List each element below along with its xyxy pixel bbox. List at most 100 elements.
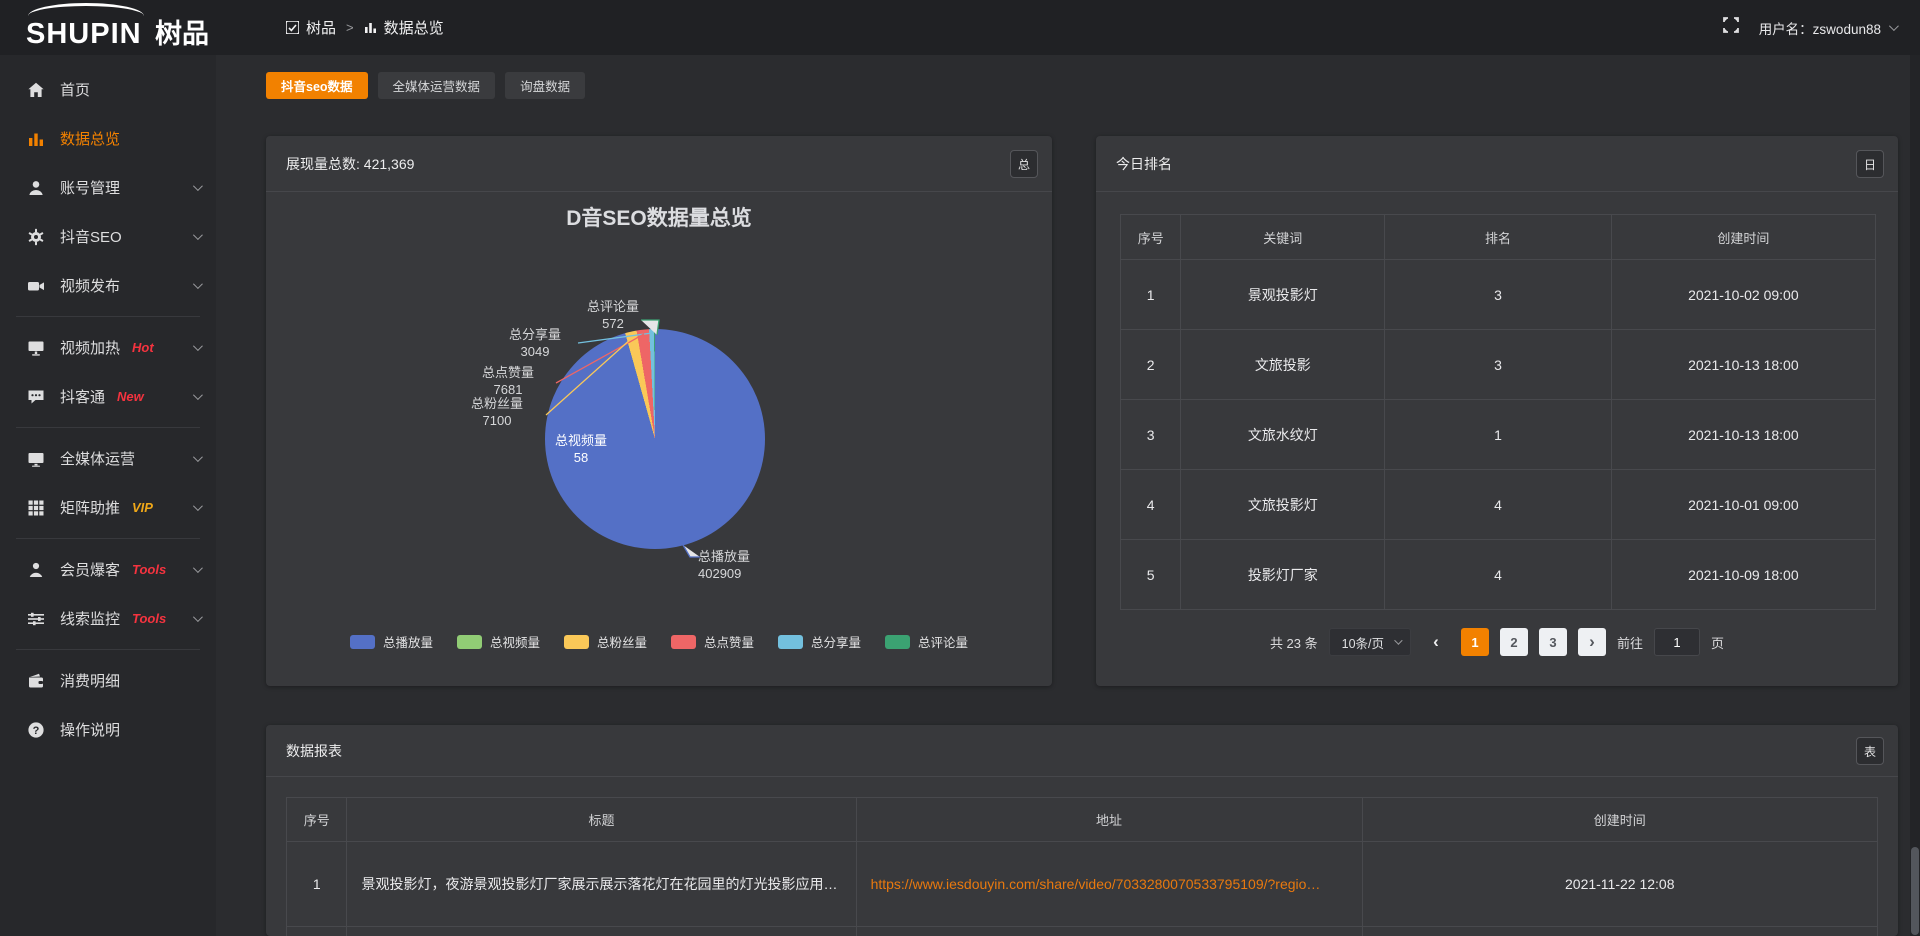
gear-icon [27, 228, 45, 246]
sidebar-item-douyin-seo[interactable]: 抖音SEO [0, 212, 216, 261]
svg-text:?: ? [33, 725, 40, 737]
sidebar-item-video-publish[interactable]: 视频发布 [0, 261, 216, 310]
person-icon [27, 561, 45, 579]
chevron-down-icon [193, 452, 203, 462]
chevron-down-icon [193, 341, 203, 351]
tab-inquiry-data[interactable]: 询盘数据 [505, 72, 585, 99]
screen-icon [27, 339, 45, 357]
table-row: 5投影灯厂家42021-10-09 18:00 [1121, 540, 1876, 610]
breadcrumb: 树品 > 数据总览 [286, 0, 444, 55]
pie-label-videos: 总视频量58 [526, 432, 636, 466]
table-row: 3文旅水纹灯12021-10-13 18:00 [1121, 400, 1876, 470]
goto-unit: 页 [1711, 633, 1724, 652]
page-button-3[interactable]: 3 [1539, 628, 1567, 656]
legend-swatch [671, 635, 696, 649]
table-header-row: 序号 关键词 排名 创建时间 [1121, 215, 1876, 260]
pie-label-fans: 总粉丝量7100 [442, 395, 552, 429]
sidebar-item-video-heat[interactable]: 视频加热 Hot [0, 323, 216, 372]
table-row-partial [287, 927, 1878, 936]
chevron-down-icon [1394, 636, 1402, 644]
sidebar-item-media-ops[interactable]: 全媒体运营 [0, 434, 216, 483]
monitor-icon [27, 450, 45, 468]
video-camera-icon [27, 277, 45, 295]
legend-swatch [778, 635, 803, 649]
chevron-down-icon [193, 279, 203, 289]
sidebar-divider [16, 316, 200, 317]
prev-page-button[interactable]: ‹ [1422, 628, 1450, 656]
next-page-button[interactable]: › [1578, 628, 1606, 656]
app-logo[interactable]: SHUPIN 树品 [26, 0, 209, 55]
table-view-toggle[interactable]: 表 [1856, 737, 1884, 765]
ranking-card-header: 今日排名 日 [1096, 136, 1898, 192]
report-table: 序号 标题 地址 创建时间 1 景观投影灯，夜游景观投影灯厂家展示展示落花灯在花… [286, 797, 1878, 936]
legend-item-fans[interactable]: 总粉丝量 [564, 632, 647, 651]
pagination-total: 共 23 条 [1270, 633, 1318, 652]
sidebar-item-clue-monitor[interactable]: 线索监控 Tools [0, 594, 216, 643]
scrollbar-thumb[interactable] [1911, 847, 1919, 935]
tools-badge: Tools [132, 562, 166, 577]
hot-badge: Hot [132, 340, 154, 355]
sidebar-divider [16, 427, 200, 428]
report-card-title: 数据报表 [286, 741, 342, 761]
sidebar-item-consume-detail[interactable]: 消费明细 [0, 656, 216, 705]
ranking-card-title: 今日排名 [1116, 154, 1172, 174]
impressions-total-label: 展现量总数: [286, 154, 360, 174]
page-size-select[interactable]: 10条/页 [1329, 628, 1411, 656]
bar-chart-icon [27, 130, 45, 148]
sliders-icon [27, 610, 45, 628]
chevron-down-icon [193, 563, 203, 573]
sidebar-divider [16, 649, 200, 650]
sidebar-item-home[interactable]: 首页 [0, 65, 216, 114]
sidebar-item-douketong[interactable]: 抖客通 New [0, 372, 216, 421]
sidebar-item-help[interactable]: ? 操作说明 [0, 705, 216, 754]
grid-icon [27, 499, 45, 517]
total-view-toggle[interactable]: 总 [1010, 150, 1038, 178]
fullscreen-icon[interactable] [1723, 17, 1739, 38]
chevron-down-icon [1889, 21, 1899, 31]
impressions-total-value: 421,369 [364, 156, 415, 172]
breadcrumb-root[interactable]: 树品 [306, 17, 336, 38]
legend-swatch [350, 635, 375, 649]
chart-title: D音SEO数据量总览 [266, 202, 1052, 232]
table-header-row: 序号 标题 地址 创建时间 [287, 798, 1878, 842]
table-row: 2文旅投影32021-10-13 18:00 [1121, 330, 1876, 400]
daily-view-toggle[interactable]: 日 [1856, 150, 1884, 178]
chevron-down-icon [193, 612, 203, 622]
breadcrumb-separator: > [346, 20, 354, 35]
legend-item-comments[interactable]: 总评论量 [885, 632, 968, 651]
video-title-cell: 景观投影灯，夜游景观投影灯厂家展示展示落花灯在花园里的灯光投影应用效果 # [347, 842, 856, 927]
pagination: 共 23 条 10条/页 ‹ 1 2 3 › 前往 页 [1096, 628, 1898, 656]
ranking-card: 今日排名 日 序号 关键词 排名 创建时间 1景观投影灯32021-10-02 … [1096, 136, 1898, 686]
legend-swatch [564, 635, 589, 649]
sidebar-item-member[interactable]: 会员爆客 Tools [0, 545, 216, 594]
page-scrollbar[interactable] [1910, 55, 1920, 936]
chat-icon [27, 388, 45, 406]
topbar: SHUPIN 树品 树品 > 数据总览 用户名：zswodun88 [0, 0, 1920, 55]
chart-legend: 总播放量 总视频量 总粉丝量 总点赞量 总分享量 总评论量 [266, 632, 1052, 651]
breadcrumb-current[interactable]: 数据总览 [384, 17, 444, 38]
sidebar-item-data-overview[interactable]: 数据总览 [0, 114, 216, 163]
sidebar-divider [16, 538, 200, 539]
breadcrumb-root-icon [286, 21, 299, 34]
user-icon [27, 179, 45, 197]
page-button-1[interactable]: 1 [1461, 628, 1489, 656]
legend-item-likes[interactable]: 总点赞量 [671, 632, 754, 651]
chevron-down-icon [193, 501, 203, 511]
sidebar-item-account[interactable]: 账号管理 [0, 163, 216, 212]
ranking-table: 序号 关键词 排名 创建时间 1景观投影灯32021-10-02 09:00 2… [1120, 214, 1876, 610]
legend-item-videos[interactable]: 总视频量 [457, 632, 540, 651]
page-button-2[interactable]: 2 [1500, 628, 1528, 656]
tab-media-ops-data[interactable]: 全媒体运营数据 [378, 72, 496, 99]
video-link[interactable]: https://www.iesdouyin.com/share/video/70… [871, 876, 1321, 892]
sidebar-item-matrix-boost[interactable]: 矩阵助推 VIP [0, 483, 216, 532]
chevron-down-icon [193, 181, 203, 191]
goto-label: 前往 [1617, 633, 1643, 652]
tab-douyin-seo-data[interactable]: 抖音seo数据 [266, 72, 368, 99]
user-label: 用户名：zswodun88 [1759, 18, 1881, 38]
wallet-icon [27, 672, 45, 690]
goto-page-input[interactable] [1654, 628, 1700, 656]
user-menu[interactable]: 用户名：zswodun88 [1759, 18, 1896, 38]
legend-item-plays[interactable]: 总播放量 [350, 632, 433, 651]
legend-item-shares[interactable]: 总分享量 [778, 632, 861, 651]
pie-label-shares: 总分享量3049 [480, 326, 590, 360]
